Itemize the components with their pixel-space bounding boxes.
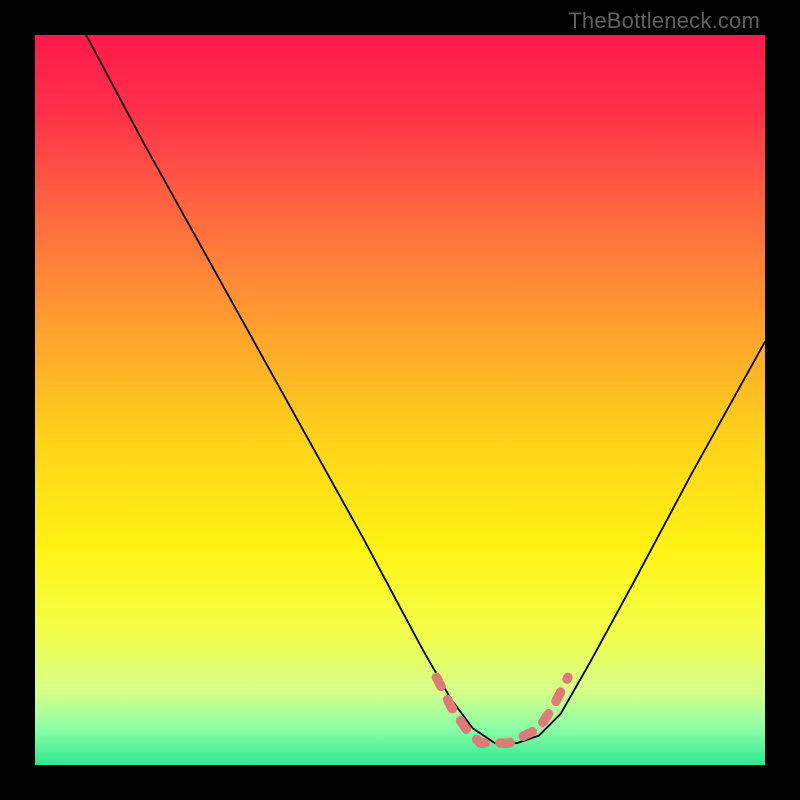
frame: TheBottleneck.com xyxy=(0,0,800,800)
optimal-range-highlight xyxy=(437,677,568,743)
chart-svg-layer xyxy=(35,35,765,765)
bottleneck-curve xyxy=(86,35,765,743)
watermark-text: TheBottleneck.com xyxy=(568,8,760,34)
chart-plot-area xyxy=(35,35,765,765)
